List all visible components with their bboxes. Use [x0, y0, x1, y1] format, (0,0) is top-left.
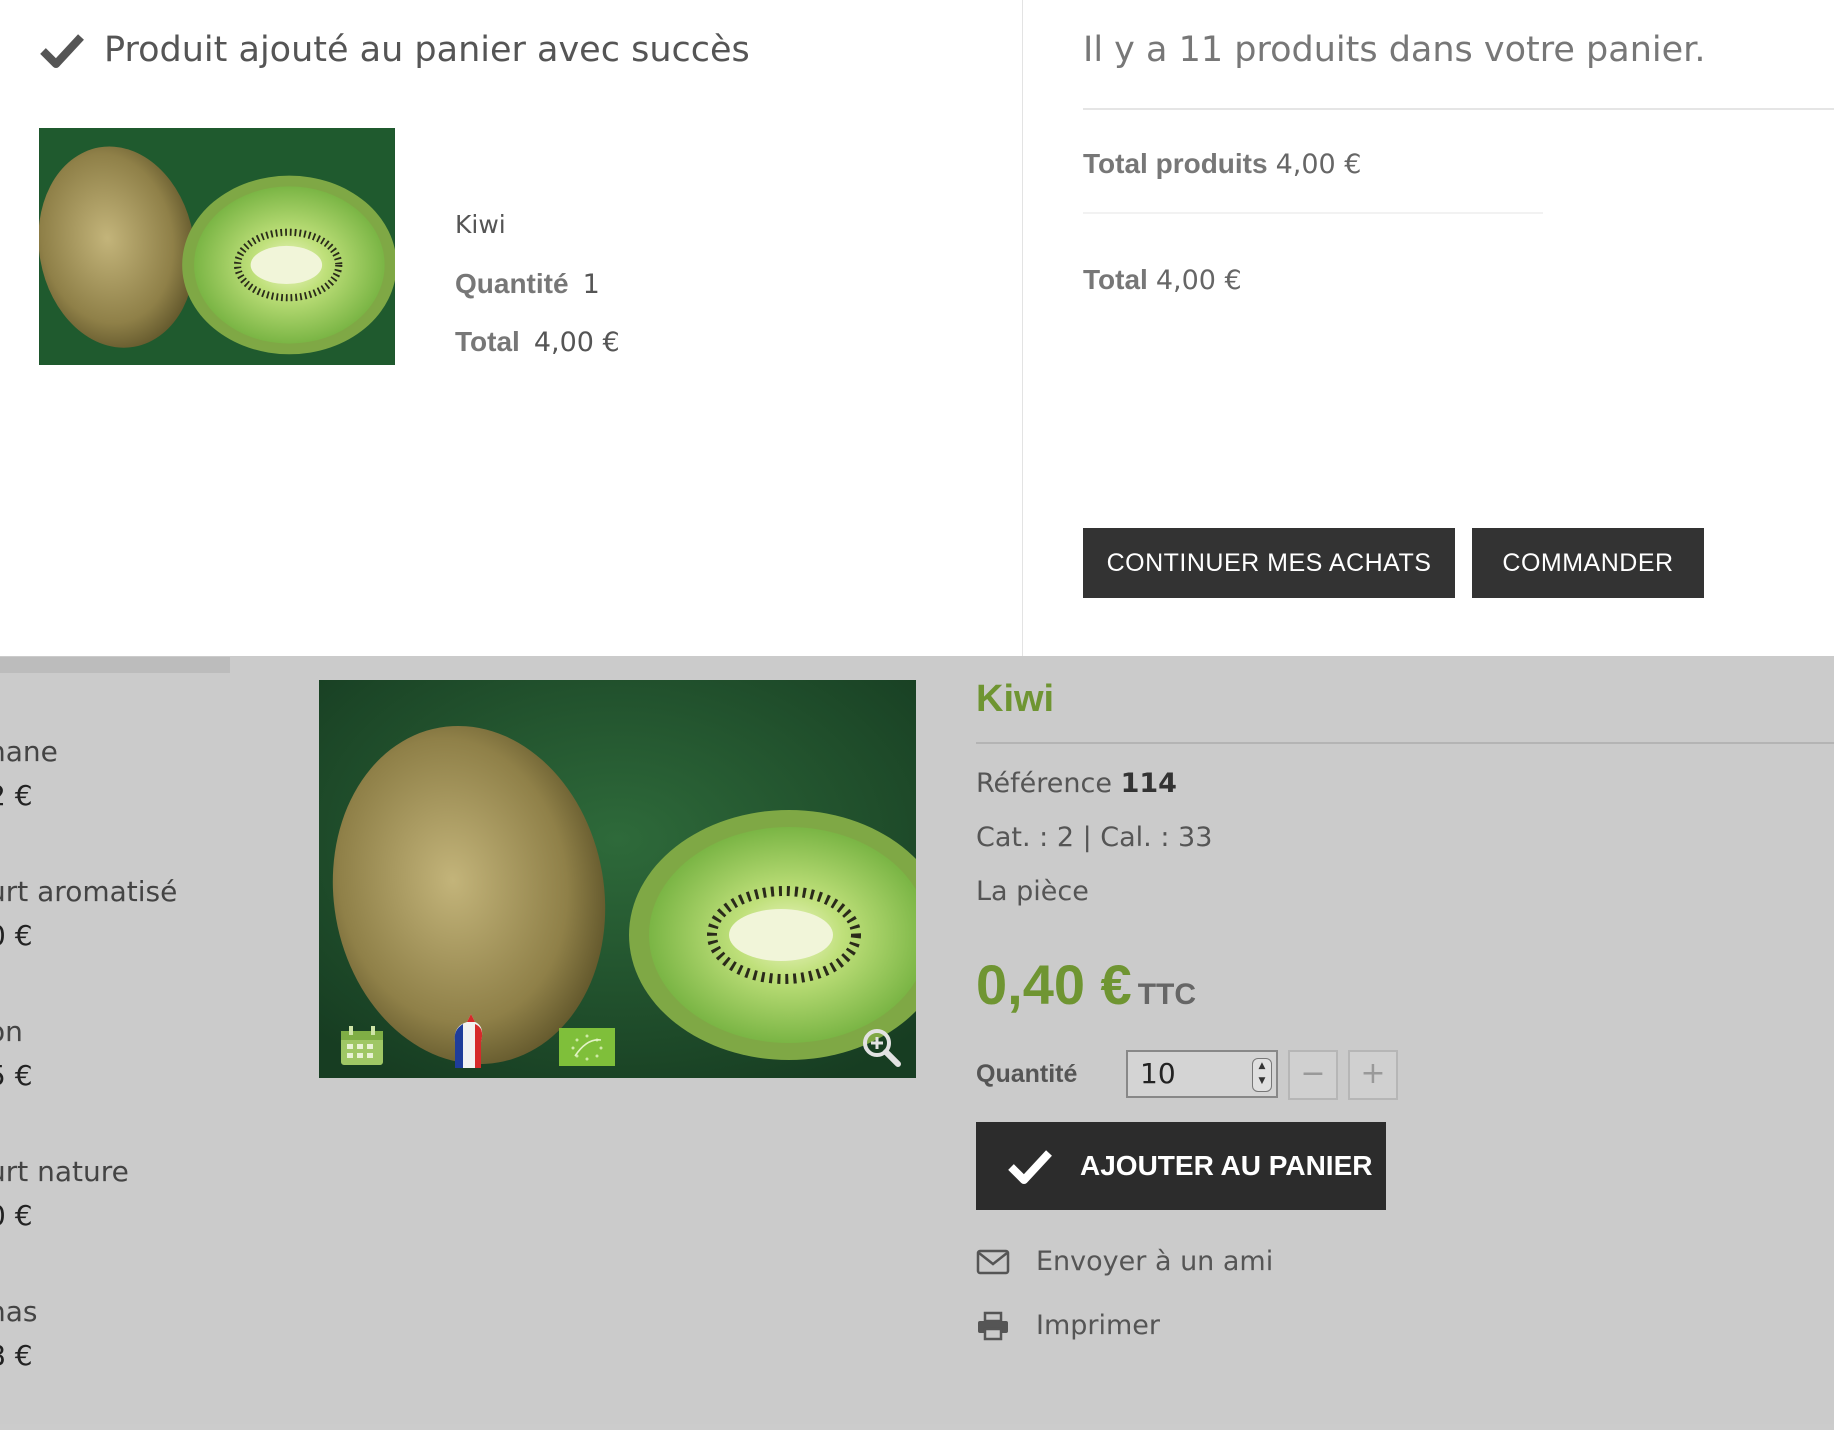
- quantity-label: Quantité: [976, 1060, 1078, 1088]
- product-title: Kiwi: [976, 678, 1055, 720]
- french-rooster-icon: [454, 1014, 483, 1068]
- print-link[interactable]: Imprimer: [976, 1310, 1160, 1341]
- cart-total-value: 4,00 €: [1155, 265, 1242, 296]
- reference-value: 114: [1120, 768, 1177, 799]
- sidebar-product-price: 0 €: [0, 919, 33, 952]
- reference-label: Référence: [976, 768, 1112, 799]
- quantity-input[interactable]: 10 ▲ ▼: [1126, 1050, 1278, 1098]
- sidebar-product-item[interactable]: nane 2 €: [0, 730, 248, 870]
- product-price: 0,40 € TTC: [976, 952, 1196, 1017]
- organic-leaf-icon: [559, 1028, 615, 1066]
- quantity-spinner[interactable]: ▲ ▼: [1252, 1058, 1272, 1092]
- checkmark-icon: [1008, 1150, 1052, 1184]
- sidebar-header-bar: [0, 657, 230, 673]
- send-to-friend-link[interactable]: Envoyer à un ami: [976, 1246, 1273, 1277]
- quantity-value: 1: [582, 269, 600, 300]
- quantity-increase-button[interactable]: +: [1348, 1050, 1398, 1100]
- zoom-in-icon[interactable]: [860, 1026, 902, 1068]
- sidebar-product-list: nane 2 € urt aromatisé 0 € on 5 € urt na…: [0, 730, 248, 1430]
- price-value: 0,40 €: [976, 953, 1132, 1016]
- total-products-label: Total produits: [1083, 148, 1268, 179]
- sidebar-product-item[interactable]: on 5 €: [0, 1010, 248, 1150]
- sidebar-product-name[interactable]: on: [0, 1010, 248, 1054]
- product-cat-cal: Cat. : 2 | Cal. : 33: [976, 822, 1213, 853]
- success-header: Produit ajouté au panier avec succès: [40, 30, 750, 70]
- sidebar-product-name[interactable]: urt aromatisé: [0, 870, 248, 914]
- cart-total-products: Total produits 4,00 €: [1083, 148, 1361, 180]
- calendar-icon: [341, 1026, 383, 1065]
- cart-count-text: Il y a 11 produits dans votre panier.: [1083, 30, 1706, 70]
- cart-confirmation-modal: Produit ajouté au panier avec succès Kiw…: [0, 0, 1834, 656]
- sidebar-product-name[interactable]: urt nature: [0, 1150, 248, 1194]
- product-main-image[interactable]: [319, 680, 916, 1078]
- kiwi-thumbnail: [39, 128, 395, 365]
- printer-icon: [978, 1311, 1008, 1340]
- title-divider: [976, 742, 1834, 744]
- product-info: Kiwi Référence 114 Cat. : 2 | Cal. : 33 …: [976, 672, 1834, 1341]
- added-product-name: Kiwi: [455, 210, 506, 239]
- cart-summary-panel: Il y a 11 produits dans votre panier. To…: [1023, 0, 1834, 656]
- cart-total: Total 4,00 €: [1083, 264, 1242, 296]
- total-products-value: 4,00 €: [1275, 149, 1362, 180]
- envelope-icon: [976, 1249, 1010, 1274]
- print-label[interactable]: Imprimer: [1036, 1310, 1160, 1341]
- quantity-label: Quantité: [455, 268, 569, 299]
- added-product-quantity: Quantité 1: [455, 268, 600, 300]
- added-product-total: Total 4,00 €: [455, 326, 620, 358]
- cart-summary-divider: [1083, 108, 1834, 110]
- sidebar-product-price: 0 €: [0, 1199, 33, 1232]
- sidebar-product-item[interactable]: urt aromatisé 0 €: [0, 870, 248, 1010]
- cart-total-label: Total: [1083, 264, 1148, 295]
- add-to-cart-label: AJOUTER AU PANIER: [1080, 1150, 1373, 1181]
- sidebar-product-price: 5 €: [0, 1059, 33, 1092]
- sidebar-product-name[interactable]: nas: [0, 1290, 248, 1334]
- total-label: Total: [455, 326, 520, 357]
- added-product-image: [39, 128, 395, 365]
- faint-divider: [1083, 212, 1543, 214]
- sidebar-product-price: 8 €: [0, 1339, 33, 1372]
- spinner-up-icon[interactable]: ▲: [1259, 1061, 1266, 1071]
- add-to-cart-button[interactable]: AJOUTER AU PANIER: [976, 1122, 1386, 1210]
- success-message: Produit ajouté au panier avec succès: [104, 30, 750, 70]
- checkmark-icon: [40, 34, 84, 68]
- quantity-value: 10: [1140, 1057, 1176, 1090]
- continue-shopping-button[interactable]: CONTINUER MES ACHATS: [1083, 528, 1455, 598]
- sidebar-product-item[interactable]: nas 8 €: [0, 1290, 248, 1430]
- added-product-panel: Produit ajouté au panier avec succès Kiw…: [0, 0, 1022, 656]
- kiwi-photo: [319, 680, 916, 1078]
- price-tax-label: TTC: [1137, 978, 1197, 1011]
- send-to-friend-label[interactable]: Envoyer à un ami: [1036, 1246, 1273, 1277]
- spinner-down-icon[interactable]: ▼: [1259, 1076, 1266, 1086]
- product-unit: La pièce: [976, 876, 1089, 907]
- total-value: 4,00 €: [533, 327, 620, 358]
- product-reference: Référence 114: [976, 768, 1177, 799]
- sidebar-product-item[interactable]: urt nature 0 €: [0, 1150, 248, 1290]
- sidebar-product-price: 2 €: [0, 779, 33, 812]
- checkout-button[interactable]: COMMANDER: [1472, 528, 1704, 598]
- quantity-decrease-button[interactable]: −: [1288, 1050, 1338, 1100]
- sidebar-product-name[interactable]: nane: [0, 730, 248, 774]
